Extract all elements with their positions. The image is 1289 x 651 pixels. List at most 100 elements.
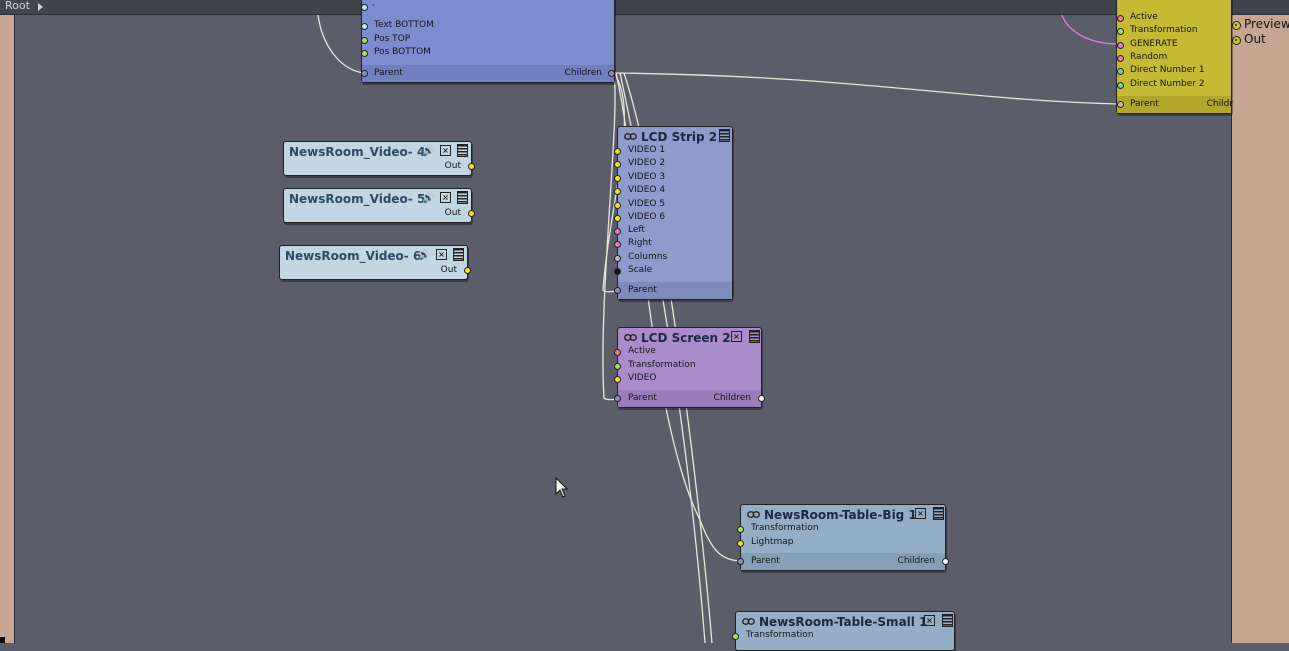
- port-dot[interactable]: [614, 188, 621, 195]
- parent-port-icon[interactable]: [1117, 101, 1124, 108]
- out-label: Out: [444, 161, 461, 171]
- port-video: VIDEO: [628, 373, 657, 383]
- port-dot[interactable]: [737, 540, 744, 547]
- port-dot[interactable]: [614, 241, 621, 248]
- table-small-node[interactable]: NewsRoom-Table-Small 1 × Transformation: [732, 611, 955, 651]
- node-title: NewsRoom-Table-Big 1: [764, 508, 917, 522]
- out-label: Out: [444, 208, 461, 218]
- breadcrumb-arrow-icon[interactable]: [38, 3, 43, 11]
- port-dot[interactable]: [614, 268, 621, 275]
- parent-port-icon[interactable]: [614, 395, 621, 402]
- preview-port-icon[interactable]: [1232, 21, 1241, 30]
- close-icon[interactable]: ×: [440, 145, 451, 156]
- speaker-icon[interactable]: 🔊: [422, 193, 434, 204]
- speaker-icon[interactable]: 🔊: [422, 146, 434, 157]
- port-video-1: VIDEO 1: [628, 145, 666, 155]
- link-icon: [624, 133, 637, 140]
- out-port-icon[interactable]: [1232, 36, 1241, 45]
- node-title-bar[interactable]: NewsRoom-Table-Small 1 ×: [736, 612, 954, 632]
- menu-icon[interactable]: [942, 614, 953, 627]
- port-dot[interactable]: [1117, 55, 1124, 62]
- node-title-bar[interactable]: NewsRoom_Video- 5 🔊 ×: [284, 189, 471, 209]
- port-video-2: VIDEO 2: [628, 158, 666, 168]
- port-lightmap: Lightmap: [751, 537, 794, 547]
- node-title: NewsRoom-Table-Small 1: [759, 615, 928, 629]
- children-label: Childr: [1206, 99, 1233, 109]
- port-dot[interactable]: [614, 376, 621, 383]
- port-dot[interactable]: [614, 228, 621, 235]
- video-node-4[interactable]: NewsRoom_Video- 4 🔊 × Out: [283, 141, 475, 176]
- port-dot[interactable]: [1117, 28, 1124, 35]
- breadcrumb-root[interactable]: Root: [5, 0, 30, 12]
- close-icon[interactable]: ×: [731, 331, 742, 342]
- close-icon[interactable]: ×: [436, 249, 447, 260]
- link-icon: [742, 618, 755, 625]
- video-node-6[interactable]: NewsRoom_Video- 6 🔊 × Out: [279, 245, 471, 280]
- parent-label: Parent: [751, 556, 780, 566]
- menu-icon[interactable]: [453, 248, 464, 261]
- port-dot[interactable]: [1117, 82, 1124, 89]
- port-dot[interactable]: [1117, 42, 1124, 49]
- port-dot[interactable]: [614, 215, 621, 222]
- parent-port-icon[interactable]: [737, 558, 744, 565]
- lcd-screen-node[interactable]: LCD Screen 2 × Active Transformation VID…: [614, 327, 765, 408]
- speaker-icon[interactable]: 🔊: [418, 250, 430, 261]
- out-port-icon[interactable]: [468, 163, 475, 170]
- node-title-bar[interactable]: NewsRoom_Video- 6 🔊 ×: [280, 246, 467, 266]
- menu-icon[interactable]: [933, 507, 944, 520]
- port-text-bottom: Text BOTTOM: [374, 20, 434, 30]
- port-dot[interactable]: [614, 363, 621, 370]
- menu-icon[interactable]: [457, 191, 468, 204]
- port-dot[interactable]: [1117, 68, 1124, 75]
- node-title-bar[interactable]: NewsRoom_Video- 4 🔊 ×: [284, 142, 471, 162]
- port-dot[interactable]: [732, 633, 739, 640]
- port-video-6: VIDEO 6: [628, 212, 666, 222]
- node-title: LCD Strip 2: [641, 130, 718, 144]
- port-dot[interactable]: [614, 148, 621, 155]
- port-dot[interactable]: [737, 526, 744, 533]
- close-icon[interactable]: ×: [440, 192, 451, 203]
- parent-port-icon[interactable]: [361, 70, 368, 77]
- port-video-5: VIDEO 5: [628, 199, 666, 209]
- port-dot[interactable]: [614, 161, 621, 168]
- port-right: Right: [628, 238, 652, 248]
- port-dot[interactable]: [361, 4, 368, 11]
- port-dot[interactable]: [614, 255, 621, 262]
- menu-icon[interactable]: [719, 129, 730, 142]
- top-blue-node[interactable]: · Text BOTTOM Pos TOP Pos BOTTOM Parent …: [361, 0, 615, 83]
- port-dot[interactable]: [614, 349, 621, 356]
- close-icon[interactable]: ×: [924, 615, 935, 626]
- breadcrumb-bar: Root: [0, 0, 1289, 15]
- parent-label: Parent: [1130, 99, 1159, 109]
- port-dot[interactable]: [614, 202, 621, 209]
- port-dot[interactable]: [1117, 15, 1124, 22]
- children-port-icon[interactable]: [608, 70, 615, 77]
- node-title-bar[interactable]: NewsRoom-Table-Big 1 ×: [741, 505, 945, 525]
- children-port-icon[interactable]: [942, 558, 949, 565]
- corner-mark: [0, 637, 5, 643]
- port-dot[interactable]: [361, 23, 368, 30]
- lcd-strip-node[interactable]: LCD Strip 2 VIDEO 1 VIDEO 2 VIDEO 3 VIDE…: [614, 126, 733, 300]
- out-port-icon[interactable]: [464, 267, 471, 274]
- menu-icon[interactable]: [749, 330, 760, 343]
- table-big-node[interactable]: NewsRoom-Table-Big 1 × Transformation Li…: [737, 504, 949, 571]
- top-yellow-node[interactable]: Active Transformation GENERATE Random Di…: [1116, 0, 1233, 114]
- video-node-5[interactable]: NewsRoom_Video- 5 🔊 × Out: [283, 188, 475, 223]
- close-icon[interactable]: ×: [915, 508, 926, 519]
- port-pos-bottom: Pos BOTTOM: [374, 47, 431, 57]
- parent-port-icon[interactable]: [614, 287, 621, 294]
- node-footer: Parent Children: [614, 390, 765, 407]
- node-footer: Parent Children: [737, 553, 949, 570]
- node-title-bar[interactable]: LCD Strip 2: [618, 127, 732, 147]
- children-port-icon[interactable]: [758, 395, 765, 402]
- port-dot[interactable]: [614, 175, 621, 182]
- port-dot[interactable]: [361, 37, 368, 44]
- port-dot[interactable]: [361, 50, 368, 57]
- menu-icon[interactable]: [457, 144, 468, 157]
- children-label: Children: [713, 393, 751, 403]
- out-port-icon[interactable]: [468, 210, 475, 217]
- node-title-bar[interactable]: LCD Screen 2 ×: [618, 328, 761, 348]
- left-panel: [0, 15, 15, 643]
- port-transformation: Transformation: [746, 630, 814, 640]
- node-footer: Parent: [614, 282, 732, 299]
